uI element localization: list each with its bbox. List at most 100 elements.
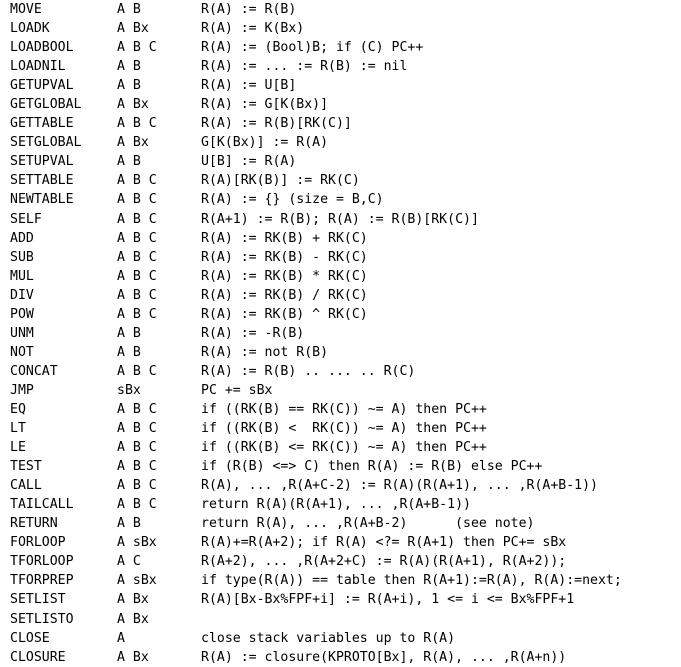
opcode-operands: A B C xyxy=(117,268,157,284)
opcode-operands: A B C xyxy=(117,287,157,303)
opcode-description: R(A) := {} (size = B,C) xyxy=(201,192,384,208)
opcode-row: SUB A B C R(A) := RK(B) - RK(C) xyxy=(10,248,622,267)
opcode-row: SETGLOBAL A Bx G[K(Bx)] := R(A) xyxy=(10,133,622,152)
opcode-mnemonic: LE xyxy=(10,440,26,456)
opcode-description: return R(A), ... ,R(A+B-2) (see note) xyxy=(201,516,535,532)
opcode-operands: A B C xyxy=(117,497,157,513)
opcode-description: R(A) := R(B) xyxy=(201,2,297,17)
opcode-operands: A Bx xyxy=(117,592,149,608)
opcode-description: R(A) := RK(B) - RK(C) xyxy=(201,249,368,265)
opcode-operands: A C xyxy=(117,554,141,570)
opcode-description: R(A) := closure(KPROTO[Bx], R(A), ... ,R… xyxy=(201,649,567,665)
opcode-operands: A B xyxy=(117,344,141,360)
opcode-description: G[K(Bx)] := R(A) xyxy=(201,135,329,151)
opcode-mnemonic: NOT xyxy=(10,344,34,360)
opcode-description: if ((RK(B) <= RK(C)) ~= A) then PC++ xyxy=(201,440,487,456)
opcode-description: R(A) := K(Bx) xyxy=(201,21,305,37)
opcode-description: R(A) := RK(B) / RK(C) xyxy=(201,287,368,303)
opcode-description: R(A) := R(B) .. ... .. R(C) xyxy=(201,363,416,379)
opcode-operands: A B C xyxy=(117,40,157,56)
opcode-operands: A B C xyxy=(117,401,157,417)
opcode-row: CALL A B C R(A), ... ,R(A+C-2) := R(A)(R(A… xyxy=(10,476,622,495)
opcode-description: R(A)+=R(A+2); if R(A) <?= R(A+1) then PC… xyxy=(201,535,567,551)
opcode-row: SELF A B C R(A+1) := R(B); R(A) := R(B)[RK… xyxy=(10,210,622,229)
opcode-description: U[B] := R(A) xyxy=(201,154,297,170)
opcode-mnemonic: LT xyxy=(10,421,26,437)
opcode-mnemonic: CALL xyxy=(10,478,42,494)
opcode-mnemonic: CLOSURE xyxy=(10,649,66,665)
opcode-operands: A B C xyxy=(117,173,157,189)
opcode-operands: A Bx xyxy=(117,97,149,113)
opcode-operands: A B C xyxy=(117,363,157,379)
opcode-row: MUL A B C R(A) := RK(B) * RK(C) xyxy=(10,267,622,286)
opcode-operands: A B xyxy=(117,154,141,170)
opcode-description: if (R(B) <=> C) then R(A) := R(B) else P… xyxy=(201,459,543,475)
opcode-mnemonic: MUL xyxy=(10,268,34,284)
opcode-row: SETLIST A Bx R(A)[Bx-Bx%FPF+i] := R(A+i), … xyxy=(10,590,622,609)
opcode-row: CLOSE Aclose stack variables up to R(A) xyxy=(10,629,622,648)
opcode-description: R(A) := G[K(Bx)] xyxy=(201,97,329,113)
opcode-mnemonic: MOVE xyxy=(10,2,42,17)
opcode-row: CONCAT A B C R(A) := R(B) .. ... .. R(C) xyxy=(10,362,622,381)
opcode-operands: A B C xyxy=(117,306,157,322)
opcode-operands: A B C xyxy=(117,211,157,227)
opcode-row: LOADBOOL A B C R(A) := (Bool)B; if (C) PC+… xyxy=(10,38,622,57)
opcode-operands: A B xyxy=(117,59,141,75)
opcode-mnemonic: GETUPVAL xyxy=(10,78,74,94)
opcode-mnemonic: LOADK xyxy=(10,21,50,37)
opcode-mnemonic: EQ xyxy=(10,401,26,417)
opcode-description: R(A) := -R(B) xyxy=(201,325,305,341)
opcode-operands: A Bx xyxy=(117,135,149,151)
opcode-operands: A B xyxy=(117,2,141,17)
opcode-description: if ((RK(B) == RK(C)) ~= A) then PC++ xyxy=(201,401,487,417)
opcode-description: R(A+2), ... ,R(A+2+C) := R(A)(R(A+1), R(… xyxy=(201,554,567,570)
opcode-mnemonic: FORLOOP xyxy=(10,535,66,551)
opcode-row: TFORLOOP A C R(A+2), ... ,R(A+2+C) := R(A)… xyxy=(10,552,622,571)
opcode-mnemonic: JMP xyxy=(10,382,34,398)
opcode-row: FORLOOP A sBx R(A)+=R(A+2); if R(A) <?= R(… xyxy=(10,533,622,552)
opcode-mnemonic: LOADNIL xyxy=(10,59,66,75)
opcode-operands: A B C xyxy=(117,478,157,494)
opcode-description: close stack variables up to R(A) xyxy=(201,630,456,646)
opcode-mnemonic: TEST xyxy=(10,459,42,475)
opcode-description: R(A) := RK(B) * RK(C) xyxy=(201,268,368,284)
opcode-mnemonic: SETUPVAL xyxy=(10,154,74,170)
opcode-operands: A B C xyxy=(117,249,157,265)
opcode-operands: A Bx xyxy=(117,611,149,627)
opcode-operands: A B xyxy=(117,78,141,94)
opcode-row: CLOSURE A Bx R(A) := closure(KPROTO[Bx], R… xyxy=(10,648,622,667)
opcode-mnemonic: SETLIST xyxy=(10,592,66,608)
opcode-mnemonic: SETGLOBAL xyxy=(10,135,82,151)
opcode-description: R(A+1) := R(B); R(A) := R(B)[RK(C)] xyxy=(201,211,479,227)
opcode-mnemonic: TAILCALL xyxy=(10,497,74,513)
opcode-operands: A B C xyxy=(117,440,157,456)
opcode-operands: A B C xyxy=(117,421,157,437)
opcode-reference-table: MOVE A B R(A) := R(B) LOADK A Bx R(A) := K(Bx… xyxy=(10,0,622,667)
opcode-row: ADD A B C R(A) := RK(B) + RK(C) xyxy=(10,229,622,248)
opcode-row: TEST A B C if (R(B) <=> C) then R(A) := R(… xyxy=(10,457,622,476)
opcode-operands: A Bx xyxy=(117,649,149,665)
opcode-row: NOT A B R(A) := not R(B) xyxy=(10,343,622,362)
opcode-mnemonic: SETLISTO xyxy=(10,611,74,627)
opcode-operands: A B C xyxy=(117,192,157,208)
opcode-row: TAILCALL A B C return R(A)(R(A+1), ... ,R(… xyxy=(10,495,622,514)
opcode-mnemonic: LOADBOOL xyxy=(10,40,74,56)
opcode-operands: A B C xyxy=(117,230,157,246)
opcode-row: SETLISTO A Bx xyxy=(10,610,622,629)
opcode-row: DIV A B C R(A) := RK(B) / RK(C) xyxy=(10,286,622,305)
opcode-operands: A Bx xyxy=(117,21,149,37)
opcode-description: if ((RK(B) < RK(C)) ~= A) then PC++ xyxy=(201,421,487,437)
opcode-description: R(A) := U[B] xyxy=(201,78,297,94)
opcode-row: SETTABLE A B C R(A)[RK(B)] := RK(C) xyxy=(10,171,622,190)
opcode-mnemonic: CLOSE xyxy=(10,630,50,646)
opcode-row: MOVE A B R(A) := R(B) xyxy=(10,0,622,19)
opcode-description: PC += sBx xyxy=(201,382,273,398)
opcode-row: LOADNIL A B R(A) := ... := R(B) := nil xyxy=(10,57,622,76)
opcode-mnemonic: GETTABLE xyxy=(10,116,74,132)
opcode-description: R(A) := RK(B) + RK(C) xyxy=(201,230,368,246)
opcode-description: R(A)[Bx-Bx%FPF+i] := R(A+i), 1 <= i <= B… xyxy=(201,592,575,608)
opcode-description: if type(R(A)) == table then R(A+1):=R(A)… xyxy=(201,573,622,589)
opcode-row: LE A B C if ((RK(B) <= RK(C)) ~= A) then P… xyxy=(10,438,622,457)
opcode-row: GETGLOBAL A Bx R(A) := G[K(Bx)] xyxy=(10,95,622,114)
opcode-operands: A B xyxy=(117,516,141,532)
